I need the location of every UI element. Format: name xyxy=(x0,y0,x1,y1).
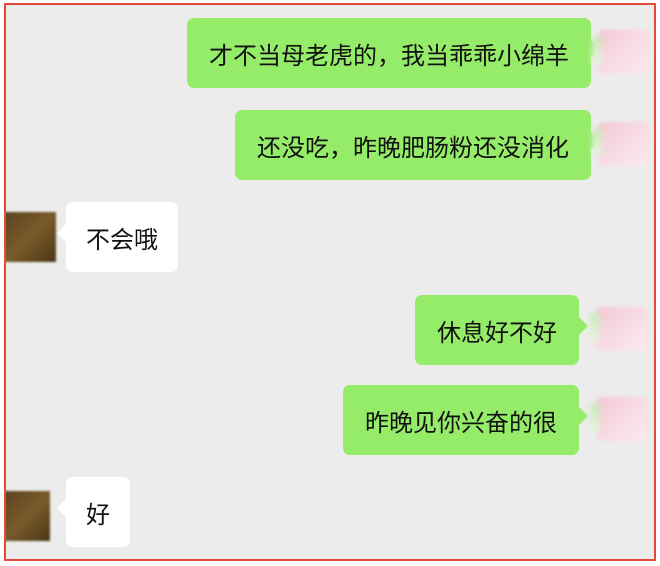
outgoing-message-bubble[interactable]: 休息好不好 xyxy=(415,295,579,365)
incoming-message-bubble[interactable]: 不会哦 xyxy=(66,202,178,272)
message-text: 还没吃，昨晚肥肠粉还没消化 xyxy=(257,133,569,162)
blurred-avatar-icon[interactable] xyxy=(6,212,56,262)
message-text: 不会哦 xyxy=(86,225,158,254)
message-row: 休息好不好 xyxy=(6,295,654,365)
chat-screenshot-frame: 才不当母老虎的，我当乖乖小绵羊 还没吃，昨晚肥肠粉还没消化 不会哦 休息好不好 … xyxy=(4,3,656,561)
outgoing-message-bubble[interactable]: 还没吃，昨晚肥肠粉还没消化 xyxy=(235,110,591,180)
message-row: 昨晚见你兴奋的很 xyxy=(6,385,654,455)
blurred-avatar-icon[interactable] xyxy=(596,397,648,441)
blurred-avatar-icon[interactable] xyxy=(598,122,650,166)
bubble-tail xyxy=(579,407,588,425)
message-text: 好 xyxy=(86,500,110,529)
bubble-tail xyxy=(57,224,66,242)
outgoing-message-bubble[interactable]: 才不当母老虎的，我当乖乖小绵羊 xyxy=(187,18,591,88)
incoming-message-bubble[interactable]: 好 xyxy=(66,477,130,547)
outgoing-message-bubble[interactable]: 昨晚见你兴奋的很 xyxy=(343,385,579,455)
bubble-tail xyxy=(57,499,66,517)
message-text: 才不当母老虎的，我当乖乖小绵羊 xyxy=(209,41,569,70)
blurred-avatar-icon[interactable] xyxy=(596,307,648,351)
message-text: 休息好不好 xyxy=(437,318,557,347)
message-row: 好 xyxy=(6,477,654,547)
message-row: 还没吃，昨晚肥肠粉还没消化 xyxy=(6,110,654,180)
message-text: 昨晚见你兴奋的很 xyxy=(365,408,557,437)
bubble-tail xyxy=(579,317,588,335)
message-row: 不会哦 xyxy=(6,202,654,272)
message-row: 才不当母老虎的，我当乖乖小绵羊 xyxy=(6,18,654,88)
blurred-avatar-icon[interactable] xyxy=(6,491,50,541)
blurred-avatar-icon[interactable] xyxy=(598,30,650,74)
